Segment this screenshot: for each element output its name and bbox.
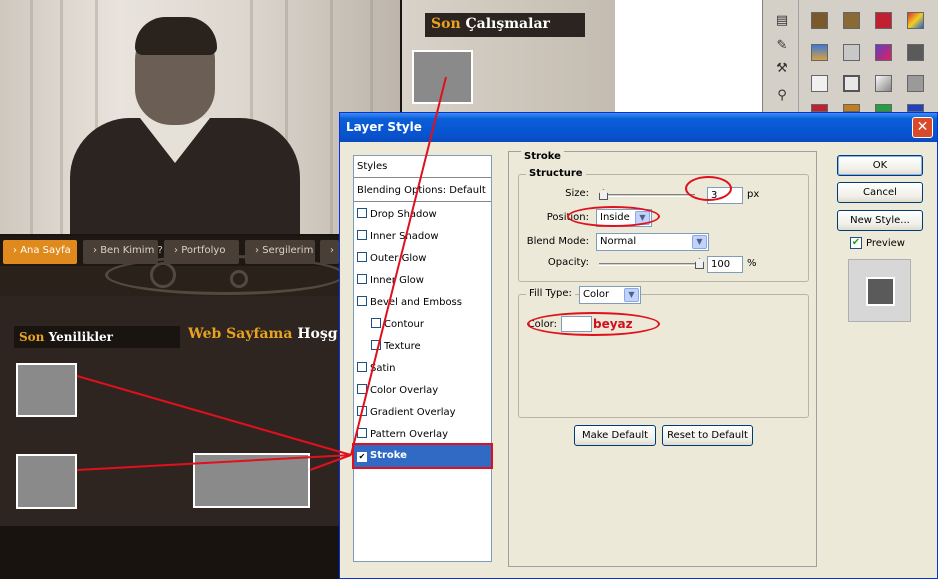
annotation-lines (76, 76, 447, 471)
